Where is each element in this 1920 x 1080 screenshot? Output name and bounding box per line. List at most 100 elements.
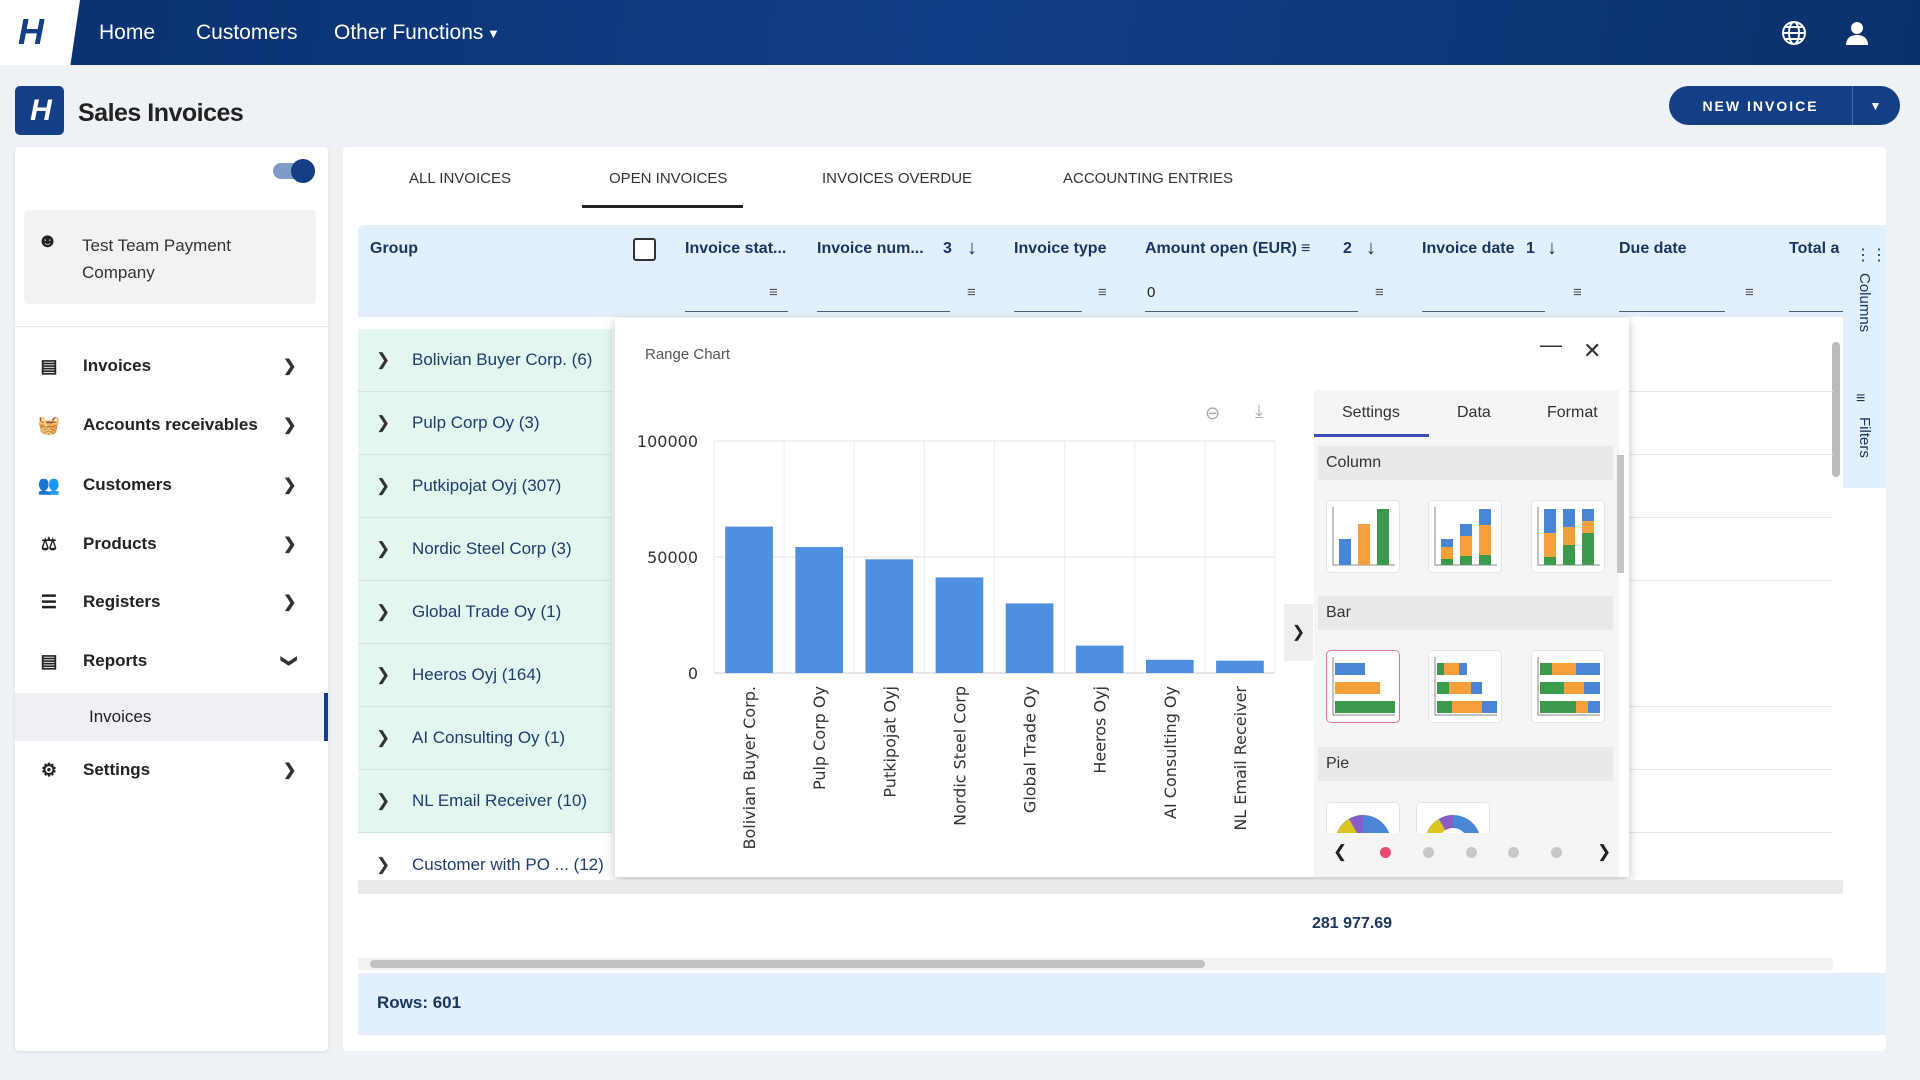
col-invoice-date[interactable]: Invoice date — [1422, 240, 1514, 258]
group-row[interactable]: ❯ Bolivian Buyer Corp. (6) — [358, 329, 612, 392]
chart-type-pie[interactable] — [1326, 802, 1400, 833]
new-invoice-button[interactable]: NEW INVOICE ▼ — [1669, 86, 1900, 125]
sidebar-item-products[interactable]: ⚖ Products ❯ — [15, 519, 328, 569]
dropdown-caret-icon[interactable]: ▼ — [1853, 99, 1900, 113]
bar[interactable] — [1005, 603, 1054, 673]
filter-amount-input[interactable]: 0 — [1147, 284, 1155, 301]
sidebar-item-accounts-receivables[interactable]: 🧺 Accounts receivables ❯ — [15, 400, 328, 450]
sort-down-icon[interactable]: ↓ — [1366, 237, 1376, 260]
page-dot[interactable] — [1423, 847, 1434, 858]
group-row[interactable]: ❯ AI Consulting Oy (1) — [358, 707, 612, 770]
col-invoice-number[interactable]: Invoice num... — [817, 240, 924, 258]
chart-type-grouped-bar[interactable] — [1326, 650, 1400, 723]
filter-icon[interactable]: ≡ — [769, 284, 778, 301]
bar[interactable] — [795, 547, 844, 673]
chart-type-normalized-bar[interactable] — [1531, 650, 1605, 723]
page-dot[interactable] — [1551, 847, 1562, 858]
tab-invoices-overdue[interactable]: INVOICES OVERDUE — [822, 170, 972, 187]
filter-active-icon[interactable]: ≡ — [1301, 240, 1310, 258]
expand-chevron-icon[interactable]: ❯ — [376, 476, 412, 496]
col-amount-open[interactable]: Amount open (EUR) — [1145, 240, 1297, 258]
chart-type-doughnut[interactable] — [1416, 802, 1490, 833]
nav-home[interactable]: Home — [99, 21, 155, 45]
sort-down-icon[interactable]: ↓ — [967, 237, 977, 260]
filter-invoice-date[interactable] — [1422, 311, 1545, 312]
bar[interactable] — [1075, 645, 1124, 673]
horizontal-scrollbar[interactable] — [358, 958, 1833, 970]
expand-chevron-icon[interactable]: ❯ — [376, 539, 412, 559]
filters-side-button[interactable]: Filters — [1856, 417, 1873, 458]
columns-grid-icon[interactable]: ⋮⋮ — [1855, 245, 1887, 265]
expand-chevron-icon[interactable]: ❯ — [376, 791, 412, 811]
sidebar-item-registers[interactable]: ☰ Registers ❯ — [15, 577, 328, 627]
chart-type-stacked-column[interactable] — [1428, 500, 1502, 573]
group-row[interactable]: ❯ Global Trade Oy (1) — [358, 581, 612, 644]
globe-icon[interactable] — [1780, 19, 1808, 47]
group-row[interactable]: ❯ NL Email Receiver (10) — [358, 770, 612, 833]
tab-data[interactable]: Data — [1457, 404, 1491, 422]
sidebar-item-settings[interactable]: ⚙ Settings ❯ — [15, 745, 328, 795]
filter-invoice-number[interactable] — [817, 311, 950, 312]
filter-icon[interactable]: ≡ — [1375, 284, 1384, 301]
tab-accounting-entries[interactable]: ACCOUNTING ENTRIES — [1063, 170, 1233, 187]
tab-open-invoices[interactable]: OPEN INVOICES — [609, 170, 727, 187]
sidebar-item-invoices[interactable]: ▤ Invoices ❯ — [15, 341, 328, 391]
bar[interactable] — [935, 577, 984, 673]
bar[interactable] — [725, 526, 773, 673]
expand-chevron-icon[interactable]: ❯ — [376, 413, 412, 433]
group-row[interactable]: ❯ Putkipojat Oyj (307) — [358, 455, 612, 518]
chart-type-grouped-column[interactable] — [1326, 500, 1400, 573]
col-group[interactable]: Group — [370, 240, 418, 258]
sidebar-item-reports[interactable]: ▤ Reports ❯ — [15, 636, 328, 686]
expand-chevron-icon[interactable]: ❯ — [376, 728, 412, 748]
filter-due-date[interactable] — [1619, 311, 1725, 312]
company-card[interactable]: ☻ Test Team Payment Company — [24, 210, 316, 304]
page-dot[interactable] — [1466, 847, 1477, 858]
nav-customers[interactable]: Customers — [196, 21, 298, 45]
col-total[interactable]: Total a — [1789, 240, 1839, 258]
panel-scrollbar[interactable] — [1617, 455, 1624, 573]
filter-invoice-type[interactable] — [1014, 311, 1082, 312]
expand-chevron-icon[interactable]: ❯ — [376, 665, 412, 685]
group-row[interactable]: ❯ Heeros Oyj (164) — [358, 644, 612, 707]
filter-icon[interactable]: ≡ — [967, 284, 976, 301]
filter-total[interactable] — [1789, 311, 1843, 312]
chart-type-stacked-bar[interactable] — [1428, 650, 1502, 723]
chart-type-normalized-column[interactable] — [1531, 500, 1605, 573]
close-icon[interactable]: ✕ — [1583, 338, 1601, 364]
tab-settings[interactable]: Settings — [1342, 404, 1400, 422]
bar[interactable] — [1216, 660, 1264, 673]
filter-icon[interactable]: ≡ — [1745, 284, 1754, 301]
sidebar-toggle[interactable] — [273, 159, 315, 183]
sidebar-subitem-invoices[interactable]: Invoices — [15, 693, 328, 741]
sidebar-item-customers[interactable]: 👥 Customers ❯ — [15, 460, 328, 510]
nav-other-functions[interactable]: Other Functions — [334, 21, 483, 45]
minimize-icon[interactable]: — — [1540, 332, 1562, 358]
col-invoice-status[interactable]: Invoice stat... — [685, 240, 786, 258]
page-dot[interactable] — [1508, 847, 1519, 858]
scrollbar-thumb[interactable] — [370, 960, 1205, 968]
col-invoice-type[interactable]: Invoice type — [1014, 240, 1106, 258]
caret-down-icon[interactable]: ▼ — [487, 26, 500, 41]
select-all-checkbox[interactable] — [633, 238, 656, 261]
bar[interactable] — [865, 559, 914, 673]
columns-side-button[interactable]: Columns — [1856, 273, 1873, 332]
bar[interactable] — [1145, 659, 1194, 673]
col-due-date[interactable]: Due date — [1619, 240, 1687, 258]
group-row[interactable]: ❯ Pulp Corp Oy (3) — [358, 392, 612, 455]
tab-format[interactable]: Format — [1547, 404, 1598, 422]
expand-chevron-icon[interactable]: ❯ — [376, 602, 412, 622]
filter-invoice-status[interactable] — [685, 311, 788, 312]
page-dot-active[interactable] — [1380, 847, 1391, 858]
sort-down-icon[interactable]: ↓ — [1547, 237, 1557, 260]
expand-chevron-icon[interactable]: ❯ — [376, 855, 412, 875]
tab-all-invoices[interactable]: ALL INVOICES — [409, 170, 511, 187]
user-icon[interactable] — [1843, 19, 1871, 47]
filter-icon[interactable]: ≡ — [1098, 284, 1107, 301]
next-page-icon[interactable]: ❯ — [1597, 842, 1611, 862]
vertical-scrollbar[interactable] — [1832, 342, 1840, 477]
app-logo[interactable]: H — [0, 0, 80, 65]
filters-icon[interactable]: ≡ — [1856, 390, 1865, 408]
group-row[interactable]: ❯ Nordic Steel Corp (3) — [358, 518, 612, 581]
expand-chevron-icon[interactable]: ❯ — [376, 350, 412, 370]
